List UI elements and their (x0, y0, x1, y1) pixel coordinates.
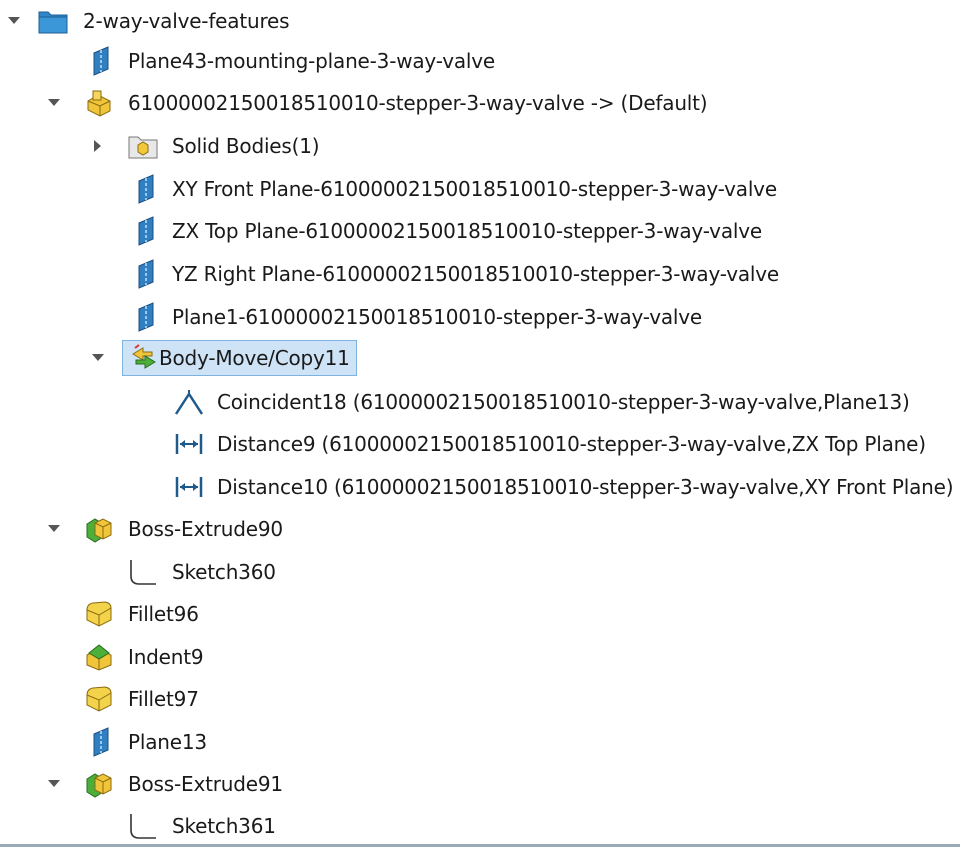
tree-node-sketch360[interactable]: Sketch360 (0, 551, 960, 593)
coincident-icon (174, 387, 204, 417)
tree-node-label: 61000002150018510010-stepper-3-way-valve… (128, 91, 708, 115)
sketch-icon (128, 557, 158, 587)
tree-node-label: 2-way-valve-features (83, 9, 290, 33)
tree-node-solid-bodies[interactable]: Solid Bodies(1) (0, 125, 960, 167)
tree-node-label: Boss-Extrude91 (128, 772, 283, 796)
tree-node-body-move-copy[interactable]: Body-Move/Copy11 (0, 337, 960, 379)
tree-node-label: Boss-Extrude90 (128, 517, 283, 541)
expand-arrow-down-icon[interactable] (6, 13, 22, 29)
tree-node-label: Sketch360 (172, 560, 276, 584)
tree-node-fillet97[interactable]: Fillet97 (0, 678, 960, 720)
distance-icon (174, 429, 204, 459)
tree-node-label: ZX Top Plane-61000002150018510010-steppe… (172, 219, 762, 243)
tree-node-yz-right-plane[interactable]: YZ Right Plane-61000002150018510010-step… (0, 253, 960, 295)
tree-node-distance9[interactable]: Distance9 (61000002150018510010-stepper-… (0, 423, 960, 465)
distance-icon (174, 472, 204, 502)
tree-node-label: YZ Right Plane-61000002150018510010-step… (172, 262, 780, 286)
tree-node-stepper-part[interactable]: 61000002150018510010-stepper-3-way-valve… (0, 82, 960, 124)
indent-icon (84, 642, 114, 672)
tree-node-plane43[interactable]: Plane43-mounting-plane-3-way-valve (0, 40, 960, 82)
sketch-icon (128, 811, 158, 841)
tree-node-label: Fillet96 (128, 602, 199, 626)
tree-node-label: Coincident18 (61000002150018510010-stepp… (217, 390, 910, 414)
tree-node-fillet96[interactable]: Fillet96 (0, 593, 960, 635)
folder-icon (38, 6, 68, 36)
tree-node-label: Plane13 (128, 730, 207, 754)
tree-node-xy-front-plane[interactable]: XY Front Plane-61000002150018510010-step… (0, 168, 960, 210)
tree-node-label: Solid Bodies(1) (172, 134, 320, 158)
fillet-icon (84, 599, 114, 629)
tree-node-distance10[interactable]: Distance10 (61000002150018510010-stepper… (0, 466, 960, 508)
tree-node-label: Sketch361 (172, 814, 276, 838)
plane-icon (131, 302, 161, 332)
expand-arrow-down-icon[interactable] (46, 521, 62, 537)
plane-icon (86, 46, 116, 76)
expand-arrow-down-icon[interactable] (46, 95, 62, 111)
tree-node-label: Distance9 (61000002150018510010-stepper-… (217, 432, 926, 456)
tree-node-boss-extrude90[interactable]: Boss-Extrude90 (0, 508, 960, 550)
tree-node-label: Plane43-mounting-plane-3-way-valve (128, 49, 495, 73)
tree-node-root[interactable]: 2-way-valve-features (0, 0, 960, 42)
tree-node-plane1[interactable]: Plane1-61000002150018510010-stepper-3-wa… (0, 296, 960, 338)
move-copy-icon (129, 343, 159, 373)
plane-icon (131, 216, 161, 246)
plane-icon (131, 174, 161, 204)
tree-node-sketch361[interactable]: Sketch361 (0, 805, 960, 847)
tree-node-zx-top-plane[interactable]: ZX Top Plane-61000002150018510010-steppe… (0, 210, 960, 252)
plane-icon (131, 259, 161, 289)
tree-node-indent9[interactable]: Indent9 (0, 636, 960, 678)
feature-tree: 2-way-valve-features Plane43-mounting-pl… (0, 0, 960, 847)
fillet-icon (84, 684, 114, 714)
boss-extrude-icon (84, 769, 114, 799)
plane-icon (86, 727, 116, 757)
boss-extrude-icon (84, 514, 114, 544)
expand-arrow-right-icon[interactable] (90, 138, 106, 154)
tree-node-label: Plane1-61000002150018510010-stepper-3-wa… (172, 305, 703, 329)
part-icon (84, 88, 114, 118)
solid-bodies-folder-icon (128, 131, 158, 161)
tree-node-label: Indent9 (128, 645, 204, 669)
expand-arrow-down-icon[interactable] (46, 776, 62, 792)
tree-node-label: Distance10 (61000002150018510010-stepper… (217, 475, 954, 499)
expand-arrow-down-icon[interactable] (90, 350, 106, 366)
tree-node-label: Fillet97 (128, 687, 199, 711)
tree-node-boss-extrude91[interactable]: Boss-Extrude91 (0, 763, 960, 805)
tree-node-label: XY Front Plane-61000002150018510010-step… (172, 177, 777, 201)
tree-node-coincident18[interactable]: Coincident18 (61000002150018510010-stepp… (0, 381, 960, 423)
tree-node-plane13[interactable]: Plane13 (0, 721, 960, 763)
